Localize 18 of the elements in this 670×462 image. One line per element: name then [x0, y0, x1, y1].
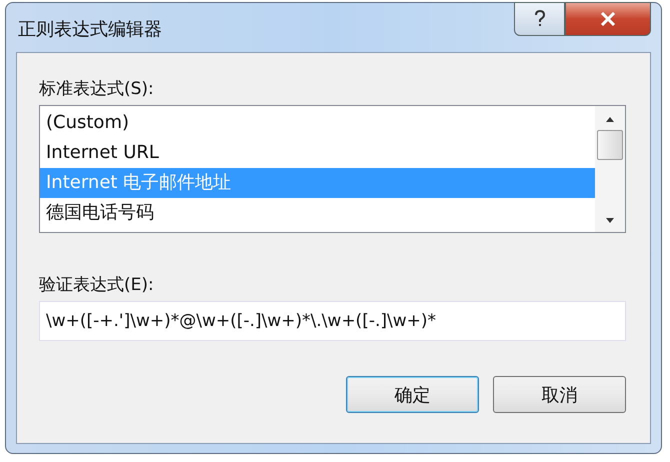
- scroll-thumb[interactable]: [597, 130, 623, 160]
- field-label: 标准表达式(S):: [39, 79, 155, 99]
- expression-input-field[interactable]: \w+([-+.']\w+)*@\w+([-.]\w+)*\.\w+([-.]\w+)*: [39, 301, 626, 341]
- help-button[interactable]: [514, 2, 565, 36]
- list-item[interactable]: Internet URL: [40, 138, 595, 168]
- list-item[interactable]: (Custom): [40, 108, 595, 138]
- cancel-button[interactable]: 取消: [493, 376, 626, 413]
- help-icon: [532, 10, 546, 28]
- close-icon: [600, 12, 616, 26]
- window-title: 正则表达式编辑器: [18, 18, 162, 41]
- list-item[interactable]: 德国电话号码: [40, 198, 595, 228]
- scrollbar[interactable]: [595, 106, 625, 232]
- field-label: 验证表达式(E):: [39, 275, 155, 295]
- ok-button[interactable]: 确定: [346, 376, 479, 413]
- close-button[interactable]: [565, 2, 651, 36]
- scroll-down-icon[interactable]: [605, 218, 615, 224]
- expression-listbox[interactable]: (Custom) Internet URL Internet 电子邮件地址 德国电话号码: [39, 105, 626, 233]
- scroll-up-icon[interactable]: [605, 116, 615, 122]
